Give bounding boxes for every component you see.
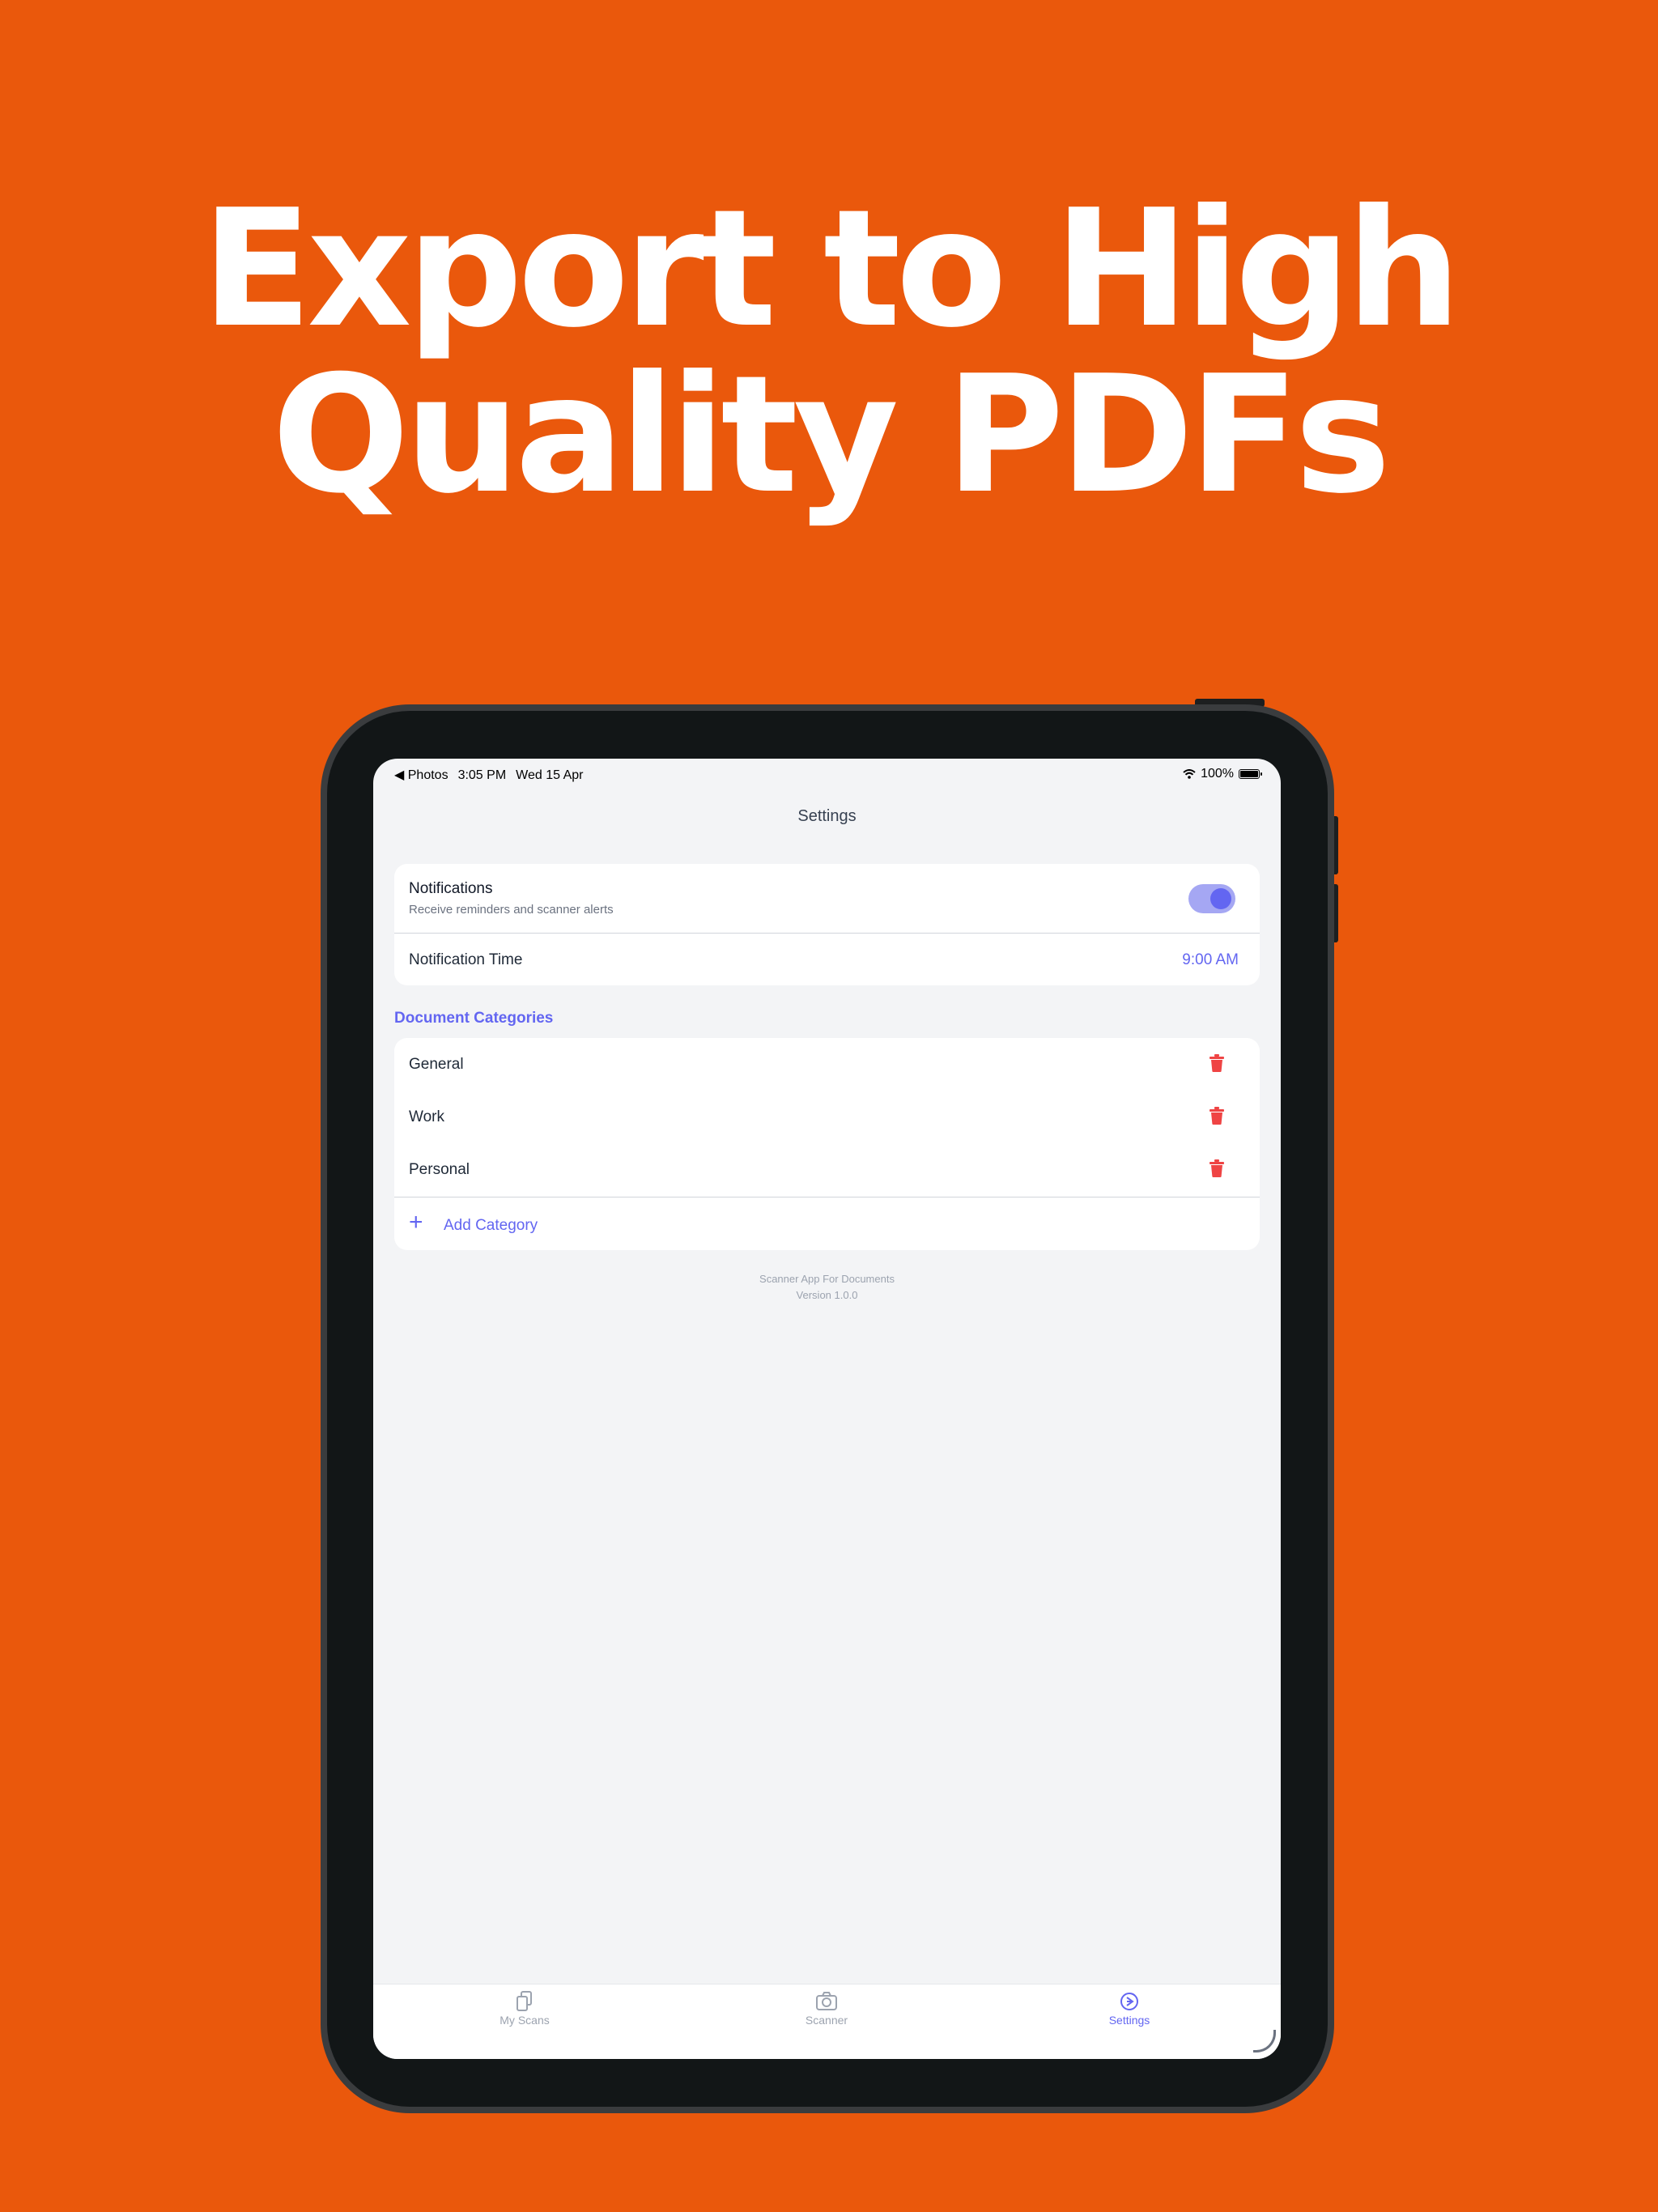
app-name: Scanner App For Documents — [759, 1273, 895, 1285]
documents-icon — [517, 1991, 532, 2011]
tab-bar: My Scans Scanner Settings — [373, 1984, 1281, 2059]
notifications-row: Notifications Receive reminders and scan… — [394, 864, 1260, 934]
notifications-title: Notifications — [409, 880, 493, 897]
tab-label: My Scans — [500, 2014, 550, 2027]
battery-icon — [1239, 769, 1262, 779]
settings-icon — [1120, 1993, 1138, 2010]
categories-card: General Work Personal + Add Category — [394, 1038, 1260, 1250]
headline-line-2: Quality PDFs — [271, 341, 1391, 530]
category-label: Work — [409, 1108, 444, 1125]
trash-icon[interactable] — [1209, 1159, 1224, 1177]
battery-percent: 100% — [1201, 767, 1234, 781]
app-version: Version 1.0.0 — [796, 1289, 858, 1301]
tab-settings[interactable]: Settings — [1048, 1991, 1210, 2027]
notifications-subtitle: Receive reminders and scanner alerts — [409, 903, 614, 917]
camera-icon — [816, 1992, 837, 2010]
notification-time-value[interactable]: 9:00 AM — [1182, 951, 1239, 969]
toggle-knob — [1210, 888, 1231, 909]
back-to-photos[interactable]: ◀ Photos — [394, 768, 449, 782]
document-categories-heading: Document Categories — [394, 1010, 554, 1027]
notification-time-label: Notification Time — [409, 951, 523, 968]
headline-line-1: Export to High — [201, 175, 1461, 364]
add-category-label: Add Category — [444, 1217, 538, 1234]
headline: Export to High Quality PDFs — [0, 186, 1658, 518]
notifications-toggle[interactable] — [1188, 884, 1235, 913]
tab-label: Scanner — [805, 2014, 848, 2027]
status-date: Wed 15 Apr — [516, 768, 584, 782]
tablet-screen: ◀ Photos 3:05 PM Wed 15 Apr 100% Settings … — [373, 759, 1281, 2059]
notifications-card: Notifications Receive reminders and scan… — [394, 864, 1260, 985]
page-title: Settings — [797, 807, 857, 825]
tab-scanner[interactable]: Scanner — [746, 1991, 908, 2027]
category-row-general: General — [394, 1038, 1260, 1091]
trash-icon[interactable] — [1209, 1054, 1224, 1072]
tab-my-scans[interactable]: My Scans — [444, 1991, 606, 2027]
notification-time-row[interactable]: Notification Time 9:00 AM — [394, 934, 1260, 985]
wifi-icon — [1183, 769, 1196, 779]
trash-icon[interactable] — [1209, 1107, 1224, 1125]
screen-corner-indicator — [1253, 2030, 1276, 2052]
category-label: General — [409, 1056, 464, 1073]
status-bar: ◀ Photos 3:05 PM Wed 15 Apr 100% — [373, 759, 1281, 789]
category-row-personal: Personal — [394, 1143, 1260, 1196]
tab-label: Settings — [1108, 2014, 1150, 2027]
category-label: Personal — [409, 1161, 470, 1178]
category-row-work: Work — [394, 1091, 1260, 1143]
add-category-button[interactable]: + Add Category — [394, 1197, 1260, 1250]
status-time: 3:05 PM — [457, 768, 507, 782]
plus-icon: + — [409, 1209, 423, 1236]
